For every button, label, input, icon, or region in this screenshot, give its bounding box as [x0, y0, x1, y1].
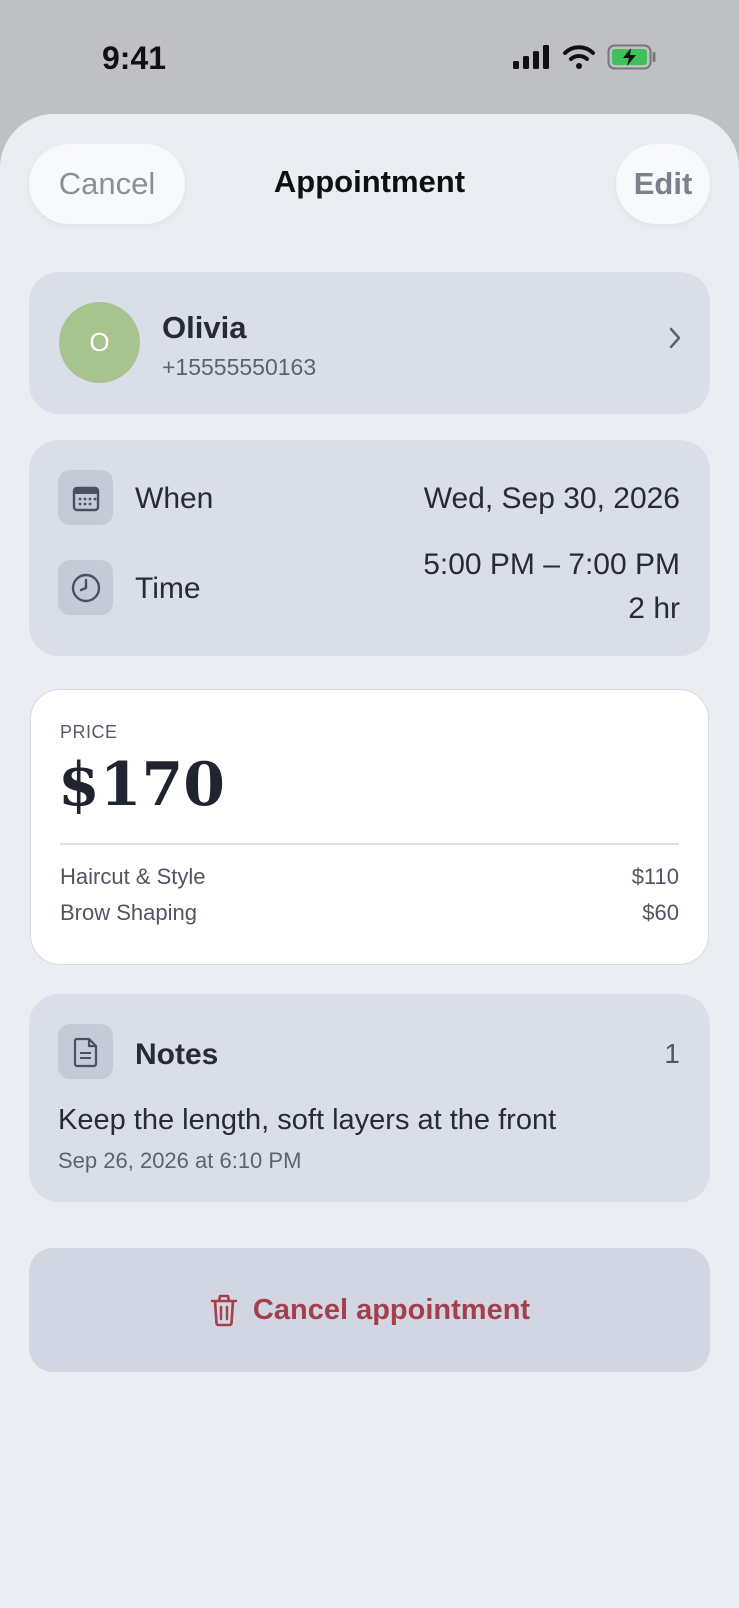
- signal-icon: [513, 45, 549, 69]
- service-price: $110: [631, 864, 679, 889]
- divider: [60, 843, 679, 845]
- edit-button[interactable]: Edit: [616, 144, 710, 224]
- calendar-icon: [72, 486, 99, 511]
- note-text: Keep the length, soft layers at the fron…: [58, 1104, 557, 1136]
- chevron-right-icon: [669, 327, 681, 349]
- service-row: Brow Shaping $60: [60, 900, 679, 926]
- duration: 2 hr: [628, 592, 680, 625]
- wifi-icon: [563, 45, 595, 69]
- document-icon-box: [58, 1024, 113, 1079]
- price-label: PRICE: [60, 722, 118, 742]
- calendar-icon-box: [58, 470, 113, 525]
- service-name: Haircut & Style: [60, 864, 206, 889]
- trash-icon: [210, 1294, 238, 1327]
- service-row: Haircut & Style $110: [60, 864, 679, 890]
- notes-card[interactable]: Notes 1 Keep the length, soft layers at …: [29, 994, 710, 1202]
- battery-charging-icon: [607, 44, 656, 70]
- price-card: PRICE $170 Haircut & Style $110 Brow Sha…: [30, 689, 709, 965]
- service-price: $60: [642, 900, 679, 925]
- status-icons: [513, 44, 657, 70]
- notes-count: 1: [664, 1038, 680, 1069]
- cancel-appointment-button[interactable]: Cancel appointment: [29, 1248, 710, 1372]
- time-range: 5:00 PM – 7:00 PM: [423, 548, 680, 581]
- client-phone: +15555550163: [162, 354, 317, 380]
- client-card[interactable]: O Olivia +15555550163: [29, 272, 710, 414]
- service-name: Brow Shaping: [60, 900, 197, 925]
- notes-title: Notes: [135, 1038, 219, 1071]
- client-name: Olivia: [162, 310, 247, 345]
- time-label: Time: [135, 572, 201, 605]
- document-icon: [73, 1037, 97, 1067]
- price-total: $170: [58, 750, 225, 820]
- appointment-sheet: Cancel Appointment Edit O Olivia +155555…: [0, 114, 739, 1608]
- clock-icon-box: [58, 560, 113, 615]
- schedule-card: When Wed, Sep 30, 2026 Time 5:00 PM – 7:…: [29, 440, 710, 656]
- note-timestamp: Sep 26, 2026 at 6:10 PM: [58, 1148, 302, 1173]
- when-label: When: [135, 482, 214, 515]
- cancel-appointment-label: Cancel appointment: [252, 1293, 531, 1326]
- clock-icon: [71, 573, 100, 602]
- avatar: O: [59, 302, 140, 383]
- status-bar: 9:41: [0, 0, 739, 112]
- when-value: Wed, Sep 30, 2026: [423, 482, 680, 515]
- status-time: 9:41: [102, 40, 167, 76]
